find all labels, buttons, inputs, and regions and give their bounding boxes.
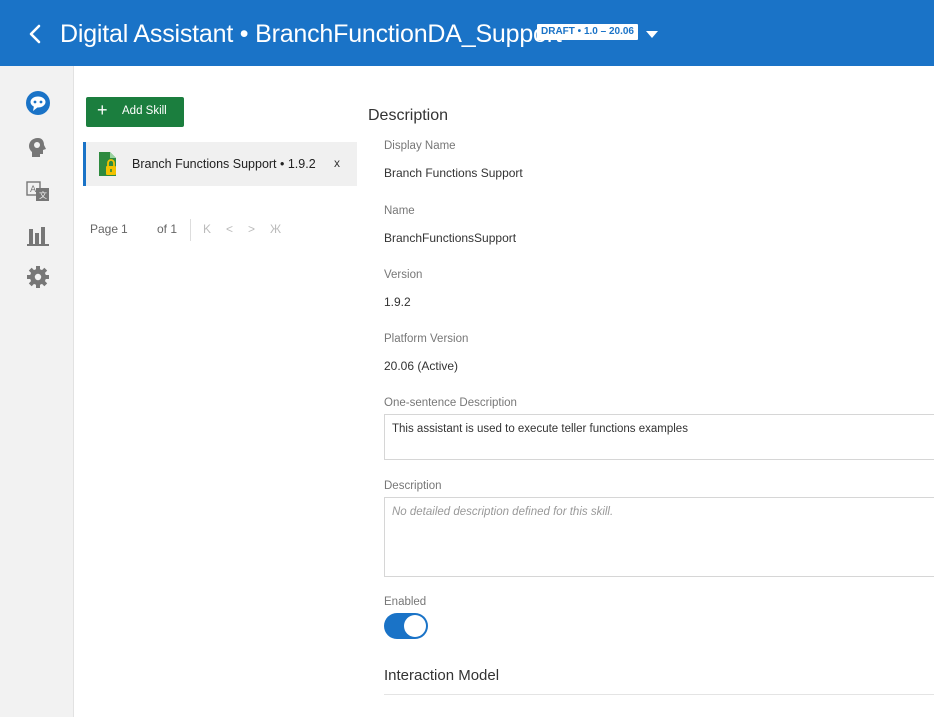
toggle-knob bbox=[404, 615, 426, 637]
section-title-interaction-model: Interaction Model bbox=[384, 667, 500, 684]
svg-text:文: 文 bbox=[39, 190, 47, 200]
enabled-label: Enabled bbox=[384, 596, 427, 608]
add-skill-label: Add Skill bbox=[122, 105, 167, 117]
bar-chart-icon[interactable] bbox=[25, 222, 51, 248]
chat-bubble-icon[interactable] bbox=[25, 90, 51, 116]
pager-label: Page bbox=[90, 222, 119, 236]
gear-icon[interactable] bbox=[25, 264, 51, 290]
pager-divider bbox=[190, 219, 191, 241]
section-title-description: Description bbox=[368, 107, 449, 124]
svg-text:A: A bbox=[30, 185, 37, 195]
remove-skill-button[interactable]: x bbox=[334, 156, 340, 170]
version-label: Version bbox=[384, 269, 423, 281]
first-page-button[interactable]: K bbox=[203, 222, 211, 236]
skill-list-item[interactable]: Branch Functions Support • 1.9.2 x bbox=[83, 142, 357, 186]
skills-panel: + Add Skill Branch Functions Support • 1… bbox=[74, 66, 364, 717]
head-bulb-icon[interactable] bbox=[25, 134, 51, 160]
enabled-toggle[interactable] bbox=[384, 613, 428, 639]
pager-current-page[interactable]: 1 bbox=[121, 222, 128, 236]
skill-lock-icon bbox=[99, 152, 116, 176]
pager-total: of 1 bbox=[157, 222, 178, 236]
skill-detail-panel: Description Display Name Branch Function… bbox=[364, 66, 934, 717]
platform-version-value: 20.06 (Active) bbox=[384, 359, 459, 373]
one-sentence-description-field[interactable]: This assistant is used to execute teller… bbox=[384, 414, 934, 460]
next-page-button[interactable]: > bbox=[248, 222, 255, 236]
add-skill-button[interactable]: + Add Skill bbox=[86, 97, 184, 127]
plus-icon: + bbox=[97, 100, 108, 120]
left-nav-bar: A 文 bbox=[0, 66, 74, 717]
chevron-down-icon[interactable] bbox=[645, 28, 659, 40]
version-badge: DRAFT • 1.0 – 20.06 bbox=[537, 24, 638, 40]
one-sentence-description-label: One-sentence Description bbox=[384, 397, 517, 409]
last-page-button[interactable]: Ж bbox=[270, 222, 281, 236]
platform-version-label: Platform Version bbox=[384, 333, 469, 345]
display-name-value: Branch Functions Support bbox=[384, 166, 523, 180]
version-value: 1.9.2 bbox=[384, 295, 411, 309]
translate-icon[interactable]: A 文 bbox=[25, 178, 51, 204]
page-title: Digital Assistant • BranchFunctionDA_Sup… bbox=[60, 20, 562, 48]
prev-page-button[interactable]: < bbox=[226, 222, 233, 236]
name-label: Name bbox=[384, 205, 415, 217]
back-chevron-icon[interactable] bbox=[26, 22, 46, 46]
description-label: Description bbox=[384, 480, 442, 492]
description-field[interactable]: No detailed description defined for this… bbox=[384, 497, 934, 577]
section-divider bbox=[384, 694, 934, 695]
display-name-label: Display Name bbox=[384, 140, 456, 152]
skill-name: Branch Functions Support • 1.9.2 bbox=[132, 157, 316, 171]
name-value: BranchFunctionsSupport bbox=[384, 231, 517, 245]
app-header: Digital Assistant • BranchFunctionDA_Sup… bbox=[0, 0, 934, 66]
